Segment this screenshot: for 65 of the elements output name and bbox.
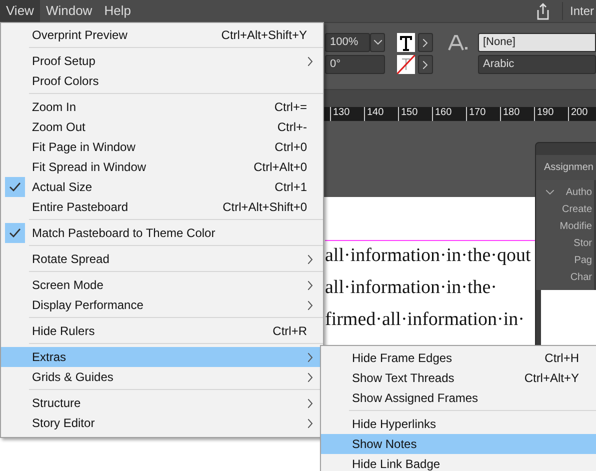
chevron-icon <box>423 60 428 68</box>
check-icon <box>9 228 21 238</box>
shortcut-text: Ctrl+= <box>274 99 308 116</box>
menu-title[interactable]: View <box>0 0 40 22</box>
menu-item[interactable]: Grids & Guides <box>1 367 323 387</box>
menu-item[interactable]: Screen Mode <box>1 275 323 295</box>
shortcut-text: Ctrl+Alt+Shift+0 <box>222 199 308 216</box>
text-line: firmed·all·information·in· <box>325 308 524 332</box>
workspace-label[interactable]: Inter <box>570 2 594 20</box>
field-label: Pag <box>574 254 592 268</box>
shortcut-text: Ctrl+Alt+Shift+Y <box>221 27 308 44</box>
shortcut-text: Ctrl+Alt+Y <box>524 370 580 387</box>
text-stroke-icon[interactable] <box>397 55 415 74</box>
menu-item[interactable]: Hide Link Badge <box>321 454 596 471</box>
menu-item[interactable]: Show Text Threads Ctrl+Alt+Y <box>321 368 596 388</box>
menu-title[interactable]: Help <box>98 0 137 22</box>
menu-item[interactable]: Overprint Preview Ctrl+Alt+Shift+Y <box>1 25 323 45</box>
menu-item[interactable]: Fit Page in Window Ctrl+0 <box>1 137 323 157</box>
menu-item[interactable]: Fit Spread in Window Ctrl+Alt+0 <box>1 157 323 177</box>
menu-item[interactable]: Display Performance <box>1 295 323 315</box>
style-field[interactable]: [None] <box>478 33 596 52</box>
menu-item[interactable]: Actual Size Ctrl+1 <box>1 177 323 197</box>
shortcut-text: Ctrl+H <box>544 350 580 367</box>
angle-field[interactable]: 0° <box>325 55 385 74</box>
paragraph-style-icon <box>448 35 468 51</box>
zoom-field[interactable]: 100% <box>325 33 370 52</box>
text-line: all·information·in·the·qout <box>325 244 531 268</box>
menu-item[interactable]: Hide Rulers Ctrl+R <box>1 321 323 341</box>
menu-item[interactable]: Proof Setup <box>1 51 323 71</box>
menu-item[interactable]: Show Assigned Frames <box>321 388 596 408</box>
shortcut-text: Ctrl+0 <box>274 139 308 156</box>
field-label: Char <box>570 271 592 285</box>
expand-icon[interactable] <box>546 190 554 195</box>
menu-item[interactable]: Zoom Out Ctrl+- <box>1 117 323 137</box>
share-icon[interactable] <box>534 2 551 20</box>
caret-icon <box>374 40 382 45</box>
menu-item[interactable]: Show Notes <box>321 434 596 454</box>
shortcut-text: Ctrl+R <box>272 323 308 340</box>
menu-item[interactable]: Zoom In Ctrl+= <box>1 97 323 117</box>
menu-item[interactable]: Entire Pasteboard Ctrl+Alt+Shift+0 <box>1 197 323 217</box>
menu-item[interactable]: Proof Colors <box>1 71 323 91</box>
field-label: Stor <box>574 237 592 251</box>
shortcut-text: Ctrl+- <box>277 119 308 136</box>
shortcut-text: Ctrl+1 <box>274 179 308 196</box>
expand-button[interactable] <box>418 33 433 52</box>
menu-item[interactable]: Extras <box>1 347 323 367</box>
menu-item[interactable]: Hide Hyperlinks <box>321 414 596 434</box>
field-label: Create <box>562 203 592 217</box>
field-label: Modifie <box>560 220 592 234</box>
menu-item[interactable]: Story Editor <box>1 413 323 433</box>
expand-button[interactable] <box>418 55 433 74</box>
check-icon <box>9 182 21 192</box>
text-fill-icon[interactable] <box>397 33 415 52</box>
panel-title: Assignmen <box>536 155 596 180</box>
menu-item[interactable]: Hide Frame Edges Ctrl+H <box>321 348 596 368</box>
menu-item[interactable]: Structure <box>1 393 323 413</box>
field-label: Autho <box>566 186 592 200</box>
chevron-icon <box>423 38 428 46</box>
dropdown-button[interactable] <box>370 33 385 52</box>
menu-item[interactable]: Match Pasteboard to Theme Color <box>1 223 323 243</box>
language-field[interactable]: Arabic <box>478 55 596 74</box>
shortcut-text: Ctrl+Alt+0 <box>254 159 308 176</box>
menu-title[interactable]: Window <box>40 0 98 22</box>
menu-item[interactable]: Rotate Spread <box>1 249 323 269</box>
text-line: all·information·in·the· <box>325 276 497 300</box>
